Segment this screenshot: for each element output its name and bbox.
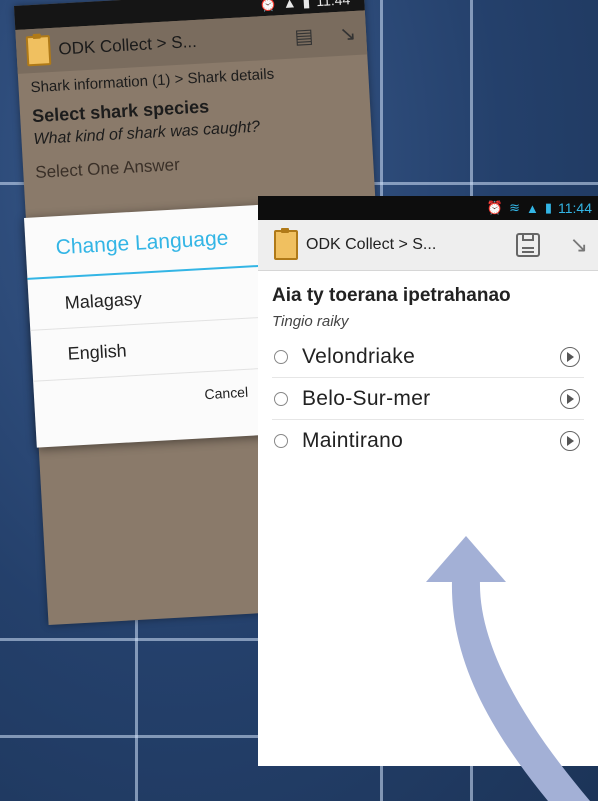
curved-arrow-icon bbox=[426, 536, 590, 801]
